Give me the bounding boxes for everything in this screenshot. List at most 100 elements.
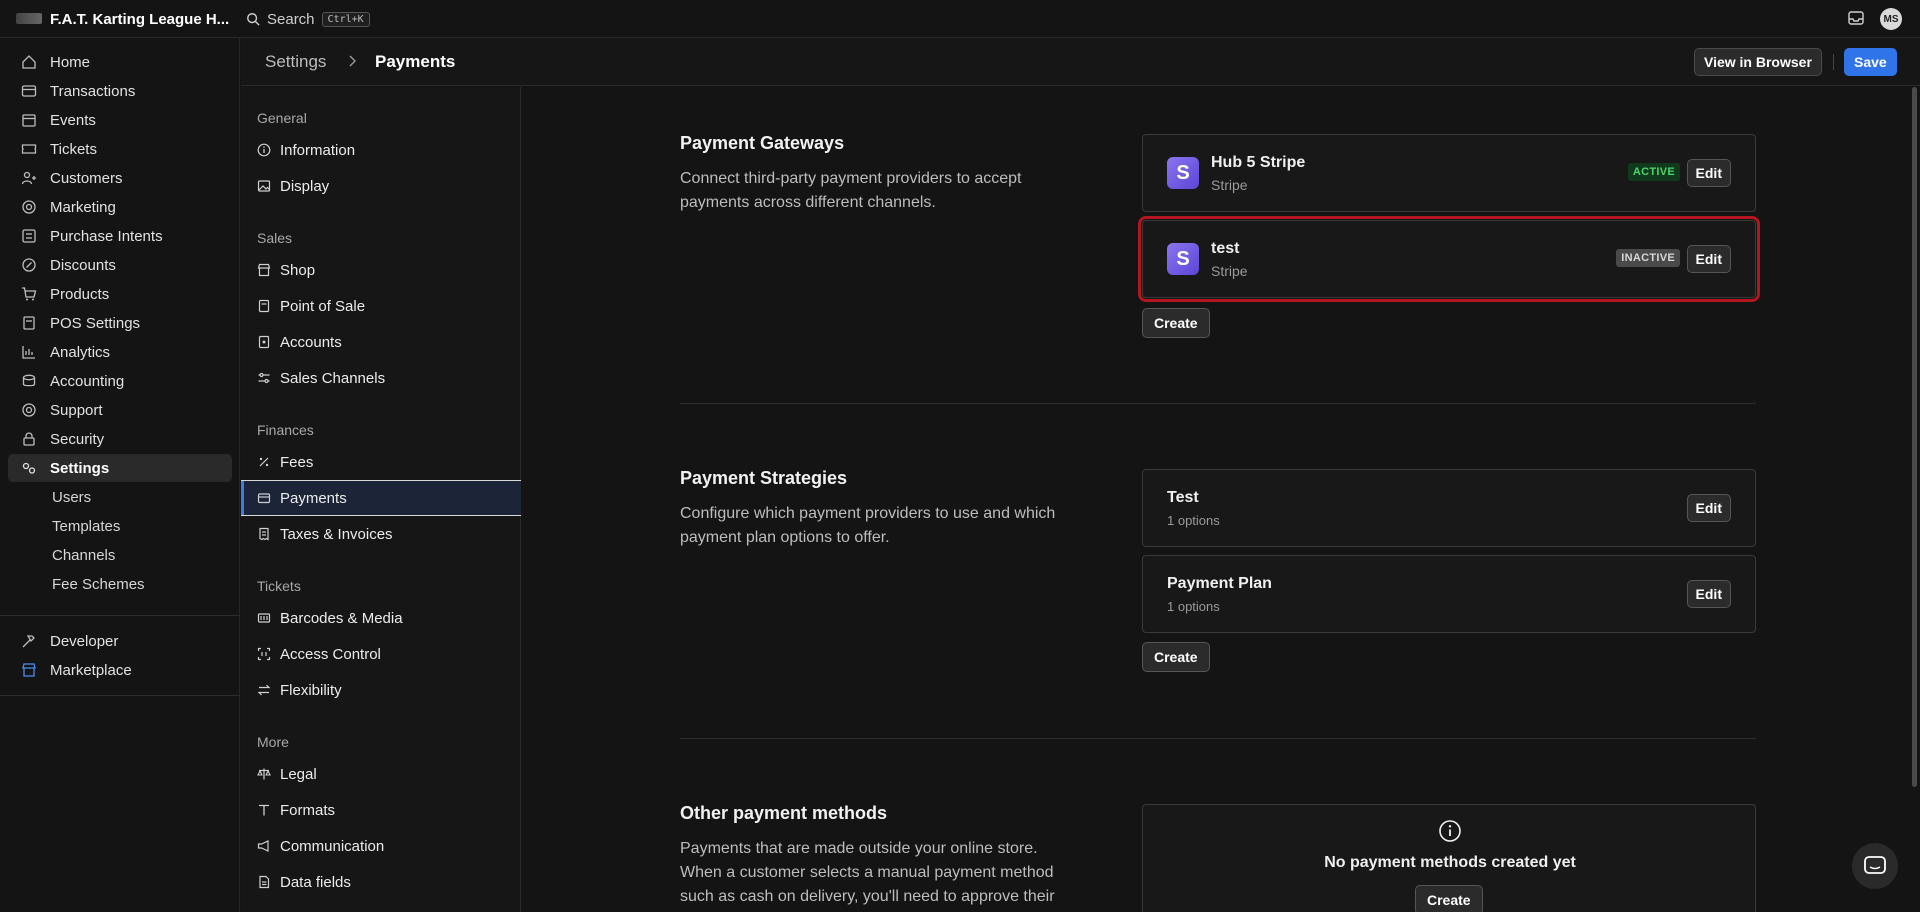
scrollbar[interactable] — [1912, 87, 1917, 787]
settings-item-formats[interactable]: Formats — [241, 792, 521, 828]
strategy-card[interactable]: Payment Plan 1 options Edit — [1142, 555, 1756, 633]
settings-group-title: Finances — [257, 422, 314, 438]
section-title-other-payment-methods: Other payment methods — [680, 803, 888, 823]
search-shortcut: Ctrl+K — [321, 11, 370, 27]
gateway-name: test — [1211, 240, 1240, 257]
settings-item-fees[interactable]: Fees — [241, 444, 521, 480]
nav-item-purchase-intents[interactable]: Purchase Intents — [8, 222, 232, 250]
save-button[interactable]: Save — [1844, 48, 1897, 76]
org-logo[interactable] — [16, 13, 42, 24]
nav-label: Products — [50, 285, 110, 303]
gateway-card[interactable]: S Hub 5 Stripe Stripe ACTIVE Edit — [1142, 134, 1756, 212]
stripe-logo: S — [1167, 243, 1199, 275]
section-description: Configure which payment providers to use… — [680, 505, 1056, 546]
settings-item-flexibility[interactable]: Flexibility — [241, 672, 521, 708]
settings-item-information[interactable]: Information — [241, 132, 521, 168]
nav-sub-fee-schemes[interactable]: Fee Schemes — [52, 576, 145, 593]
settings-item-label: Sales Channels — [280, 369, 386, 387]
gateway-provider: Stripe — [1211, 177, 1248, 193]
org-name[interactable]: F.A.T. Karting League H... — [50, 11, 229, 28]
empty-methods-card: No payment methods created yet Create — [1142, 804, 1756, 912]
coins-icon — [22, 374, 36, 387]
nav-label: Marketplace — [50, 661, 132, 679]
inbox-icon[interactable] — [1848, 11, 1864, 25]
edit-button[interactable]: Edit — [1686, 580, 1731, 608]
ledger-icon — [258, 335, 270, 349]
settings-item-label: Taxes & Invoices — [280, 525, 393, 543]
strategy-options: 1 options — [1167, 599, 1220, 614]
nav-item-customers[interactable]: Customers — [8, 164, 232, 192]
nav-item-accounting[interactable]: Accounting — [8, 367, 232, 395]
edit-button[interactable]: Edit — [1686, 245, 1731, 273]
settings-group-title: More — [257, 734, 289, 750]
nav-sub-channels[interactable]: Channels — [52, 547, 115, 564]
nav-item-analytics[interactable]: Analytics — [8, 338, 232, 366]
nav-item-events[interactable]: Events — [8, 106, 232, 134]
info-circle-icon — [1439, 820, 1461, 842]
settings-group-title: Sales — [257, 230, 293, 246]
percent-icon — [259, 457, 269, 467]
strategy-card[interactable]: Test 1 options Edit — [1142, 469, 1756, 547]
breadcrumb-settings[interactable]: Settings — [265, 52, 326, 72]
nav-label: Settings — [50, 459, 110, 477]
gateway-provider: Stripe — [1211, 263, 1248, 279]
nav-item-marketing[interactable]: Marketing — [8, 193, 232, 221]
settings-item-point-of-sale[interactable]: Point of Sale — [241, 288, 521, 324]
settings-item-label: Legal — [280, 765, 317, 783]
settings-item-barcodes-media[interactable]: Barcodes & Media — [241, 600, 521, 636]
nav-item-pos-settings[interactable]: POS Settings — [8, 309, 232, 337]
nav-label: Developer — [50, 632, 119, 650]
nav-item-settings[interactable]: Settings — [8, 454, 232, 482]
settings-item-sales-channels[interactable]: Sales Channels — [241, 360, 521, 396]
global-search[interactable]: Search Ctrl+K — [246, 8, 370, 30]
chat-button[interactable] — [1852, 843, 1898, 889]
nav-item-transactions[interactable]: Transactions — [8, 77, 232, 105]
nav-sub-users[interactable]: Users — [52, 489, 91, 506]
nav-item-home[interactable]: Home — [8, 48, 232, 76]
edit-button[interactable]: Edit — [1686, 494, 1731, 522]
gateway-card[interactable]: S test Stripe INACTIVE Edit — [1138, 216, 1760, 302]
settings-item-communication[interactable]: Communication — [241, 828, 521, 864]
settings-item-display[interactable]: Display — [241, 168, 521, 204]
nav-label: Discounts — [50, 256, 116, 274]
nav-item-discounts[interactable]: Discounts — [8, 251, 232, 279]
barcode-icon — [257, 613, 271, 623]
create-strategy-button[interactable]: Create — [1142, 642, 1210, 672]
stripe-logo: S — [1167, 157, 1199, 189]
settings-item-label: Barcodes & Media — [280, 609, 403, 627]
nav-sub-templates[interactable]: Templates — [52, 518, 120, 535]
image-icon — [257, 180, 271, 192]
main-content: Payment Gateways Connect third-party pay… — [522, 87, 1920, 912]
nav-item-security[interactable]: Security — [8, 425, 232, 453]
pos-icon — [23, 316, 35, 330]
settings-item-label: Display — [280, 177, 330, 195]
nav-label: Customers — [50, 169, 123, 187]
settings-item-shop[interactable]: Shop — [241, 252, 521, 288]
create-method-button[interactable]: Create — [1415, 885, 1483, 912]
settings-item-data-fields[interactable]: Data fields — [241, 864, 521, 900]
view-in-browser-button[interactable]: View in Browser — [1694, 48, 1822, 76]
nav-label: Analytics — [50, 343, 111, 361]
settings-item-access-control[interactable]: Access Control — [241, 636, 521, 672]
settings-item-taxes-invoices[interactable]: Taxes & Invoices — [241, 516, 521, 552]
nav-label: Accounting — [50, 372, 125, 390]
settings-item-legal[interactable]: Legal — [241, 756, 521, 792]
settings-item-label: Payments — [280, 489, 347, 507]
nav-item-developer[interactable]: Developer — [8, 627, 232, 655]
lock-icon — [23, 432, 35, 446]
nav-label: Support — [50, 401, 103, 419]
nav-item-tickets[interactable]: Tickets — [8, 135, 232, 163]
create-gateway-button[interactable]: Create — [1142, 308, 1210, 338]
edit-button[interactable]: Edit — [1686, 159, 1731, 187]
receipt-icon — [259, 527, 269, 541]
nav-item-products[interactable]: Products — [8, 280, 232, 308]
settings-item-accounts[interactable]: Accounts — [241, 324, 521, 360]
avatar[interactable]: MS — [1880, 8, 1902, 30]
settings-sidebar: General Information Display Sales Shop P… — [241, 87, 521, 912]
nav-item-support[interactable]: Support — [8, 396, 232, 424]
nav-item-marketplace[interactable]: Marketplace — [8, 656, 232, 684]
settings-item-payments[interactable]: Payments — [241, 480, 521, 516]
nav-label: POS Settings — [50, 314, 141, 332]
document-icon — [259, 875, 270, 889]
settings-item-label: Point of Sale — [280, 297, 366, 315]
